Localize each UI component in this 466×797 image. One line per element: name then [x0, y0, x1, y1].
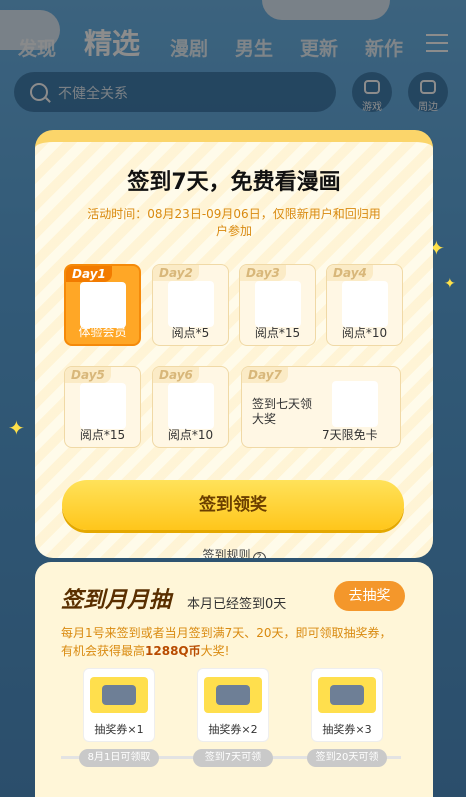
day-reward: 阅点*5 [171, 326, 210, 340]
day-card-1[interactable]: Day1 体验会员 [64, 264, 141, 346]
event-period: 活动时间：08月23日-09月06日，仅限新用户和回归用户参加 [87, 207, 381, 238]
milestone-badge: 签到7天可领 [193, 749, 273, 767]
ticket-label: 抽奖券×2 [208, 723, 258, 736]
reward-image [254, 281, 301, 327]
ticket-label: 抽奖券×1 [94, 723, 144, 736]
question-icon: ? [252, 552, 266, 558]
day-card-6[interactable]: Day6 阅点*10 [152, 366, 229, 448]
reward-image [79, 282, 126, 328]
rules-label: 签到规则 [202, 548, 251, 558]
day-reward: 阅点*10 [167, 428, 214, 442]
ticket-label: 抽奖券×3 [322, 723, 372, 736]
ticket-card-3: 抽奖券×3 [311, 668, 383, 742]
checkin-count: 本月已经签到0天 [187, 597, 287, 612]
day-tag: Day6 [153, 367, 199, 383]
day-tag: Day7 [242, 367, 288, 383]
reward-image [79, 383, 126, 429]
day7-note: 签到七天领大奖 [252, 397, 313, 426]
ticket-image [318, 677, 376, 713]
sparkle-icon: ✦ [444, 276, 456, 292]
sparkle-icon: ✦ [8, 416, 25, 440]
day-reward: 阅点*10 [341, 326, 388, 340]
day-reward: 7天限免卡 [322, 428, 378, 442]
reward-image [341, 281, 388, 327]
rules-link[interactable]: 签到规则? [35, 546, 433, 558]
day-tag: Day1 [66, 266, 112, 282]
checkin-modal: 签到7天，免费看漫画 活动时间：08月23日-09月06日，仅限新用户和回归用户… [35, 130, 433, 558]
ticket-card-2: 抽奖券×2 [197, 668, 269, 742]
day-reward: 阅点*15 [79, 428, 126, 442]
milestone-badge: 签到20天可领 [307, 749, 387, 767]
day-tag: Day4 [327, 265, 373, 281]
reward-image [167, 281, 214, 327]
day-card-5[interactable]: Day5 阅点*15 [64, 366, 141, 448]
day-tag: Day2 [153, 265, 199, 281]
monthly-lottery-panel: 签到月月抽 本月已经签到0天 去抽奖 每月1号来签到或者当月签到满7天、20天，… [35, 562, 433, 797]
ticket-image [90, 677, 148, 713]
day-card-2[interactable]: Day2 阅点*5 [152, 264, 229, 346]
day-tag: Day5 [65, 367, 111, 383]
day-reward: 体验会员 [78, 325, 127, 339]
day-tag: Day3 [240, 265, 286, 281]
day-card-7[interactable]: Day7 签到七天领大奖 7天限免卡 [241, 366, 401, 448]
draw-button[interactable]: 去抽奖 [334, 581, 405, 611]
reward-image [167, 383, 214, 429]
ticket-image [204, 677, 262, 713]
prize-highlight: 1288Q币 [145, 644, 201, 658]
day-card-4[interactable]: Day4 阅点*10 [326, 264, 403, 346]
ticket-card-1: 抽奖券×1 [83, 668, 155, 742]
lottery-description: 每月1号来签到或者当月签到满7天、20天，即可领取抽奖券，有机会获得最高1288… [61, 626, 392, 658]
day-reward: 阅点*15 [254, 326, 301, 340]
day-card-3[interactable]: Day3 阅点*15 [239, 264, 316, 346]
milestone-badge: 8月1日可领取 [79, 749, 159, 767]
reward-image [332, 381, 378, 427]
claim-button[interactable]: 签到领奖 [62, 480, 404, 530]
lottery-title: 签到月月抽 [61, 588, 172, 613]
modal-title: 签到7天，免费看漫画 [127, 170, 341, 195]
